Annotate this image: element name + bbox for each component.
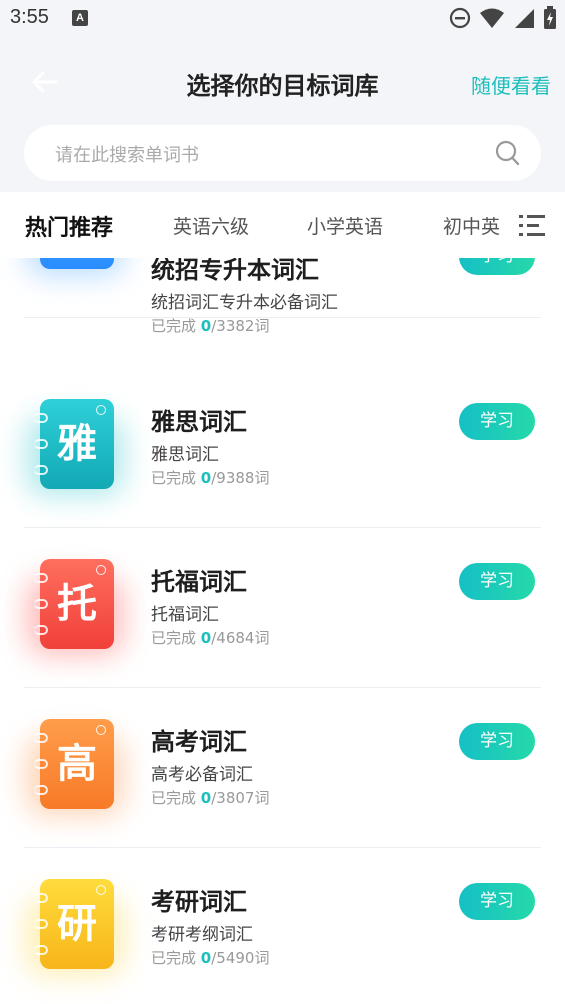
book-desc: 高考必备词汇	[151, 765, 253, 785]
list-item[interactable]: 雅 雅思词汇 雅思词汇 已完成 0/9388词 学习	[0, 366, 565, 528]
book-progress: 已完成 0/3382词	[151, 317, 270, 335]
tabs-scroll: 热门推荐 英语六级 小学英语 初中英	[0, 192, 505, 258]
list-item[interactable]: 托 托福词汇 托福词汇 已完成 0/4684词 学习	[0, 526, 565, 688]
wifi-icon	[480, 8, 504, 28]
book-name: 统招专升本词汇	[151, 258, 319, 284]
book-desc: 托福词汇	[151, 605, 219, 625]
wordbook-list: 招 统招专升本词汇 统招词汇专升本必备词汇 已完成 0/3382词 学习 雅 雅…	[0, 258, 565, 1004]
do-not-disturb-icon	[449, 7, 471, 29]
list-item[interactable]: 高 高考词汇 高考必备词汇 已完成 0/3807词 学习	[0, 686, 565, 848]
book-name: 托福词汇	[151, 568, 247, 596]
book-cover-char: 研	[57, 901, 97, 947]
search-icon[interactable]	[495, 139, 521, 167]
book-cover-char: 雅	[57, 421, 97, 467]
status-time: 3:55	[10, 6, 49, 28]
book-progress: 已完成 0/9388词	[151, 469, 270, 487]
book-cover: 高	[34, 719, 114, 809]
learn-button[interactable]: 学习	[459, 723, 535, 760]
book-cover-char: 高	[57, 741, 97, 787]
tab-cet6[interactable]: 英语六级	[173, 212, 249, 239]
list-menu-icon[interactable]	[519, 214, 545, 236]
book-cover: 托	[34, 559, 114, 649]
search-input[interactable]: 请在此搜索单词书	[55, 141, 199, 167]
book-progress: 已完成 0/4684词	[151, 629, 270, 647]
search-box[interactable]: 请在此搜索单词书	[24, 125, 541, 181]
random-browse-button[interactable]: 随便看看	[471, 70, 551, 99]
learn-button[interactable]: 学习	[459, 563, 535, 600]
book-desc: 统招词汇专升本必备词汇	[151, 293, 338, 313]
book-desc: 考研考纲词汇	[151, 925, 253, 945]
notification-icon: A	[72, 10, 88, 26]
book-progress: 已完成 0/3807词	[151, 789, 270, 807]
book-cover-char: 托	[57, 581, 97, 627]
divider	[24, 317, 541, 318]
system-icons	[449, 6, 557, 30]
book-progress: 已完成 0/5490词	[151, 949, 270, 967]
tab-junior-english[interactable]: 初中英	[443, 212, 500, 239]
signal-icon	[515, 9, 534, 28]
battery-icon	[544, 6, 556, 29]
category-tabs: 热门推荐 英语六级 小学英语 初中英	[0, 192, 565, 258]
book-name: 高考词汇	[151, 728, 247, 756]
book-cover: 研	[34, 879, 114, 969]
list-item[interactable]: 研 考研词汇 考研考纲词汇 已完成 0/5490词 学习	[0, 846, 565, 1004]
top-area: 3:55 A 选择你的目标词库 随便看看 请在此搜索单词书	[0, 0, 565, 192]
tab-primary-english[interactable]: 小学英语	[307, 212, 383, 239]
learn-button[interactable]: 学习	[459, 258, 535, 275]
book-name: 考研词汇	[151, 888, 247, 916]
book-name: 雅思词汇	[151, 408, 247, 436]
book-desc: 雅思词汇	[151, 445, 219, 465]
book-cover: 雅	[34, 399, 114, 489]
notification-icon-letter: A	[76, 12, 84, 24]
list-item-content: 统招专升本词汇 统招词汇专升本必备词汇 已完成 0/3382词 学习	[0, 258, 565, 335]
tab-hot[interactable]: 热门推荐	[25, 210, 113, 242]
learn-button[interactable]: 学习	[459, 403, 535, 440]
learn-button[interactable]: 学习	[459, 883, 535, 920]
